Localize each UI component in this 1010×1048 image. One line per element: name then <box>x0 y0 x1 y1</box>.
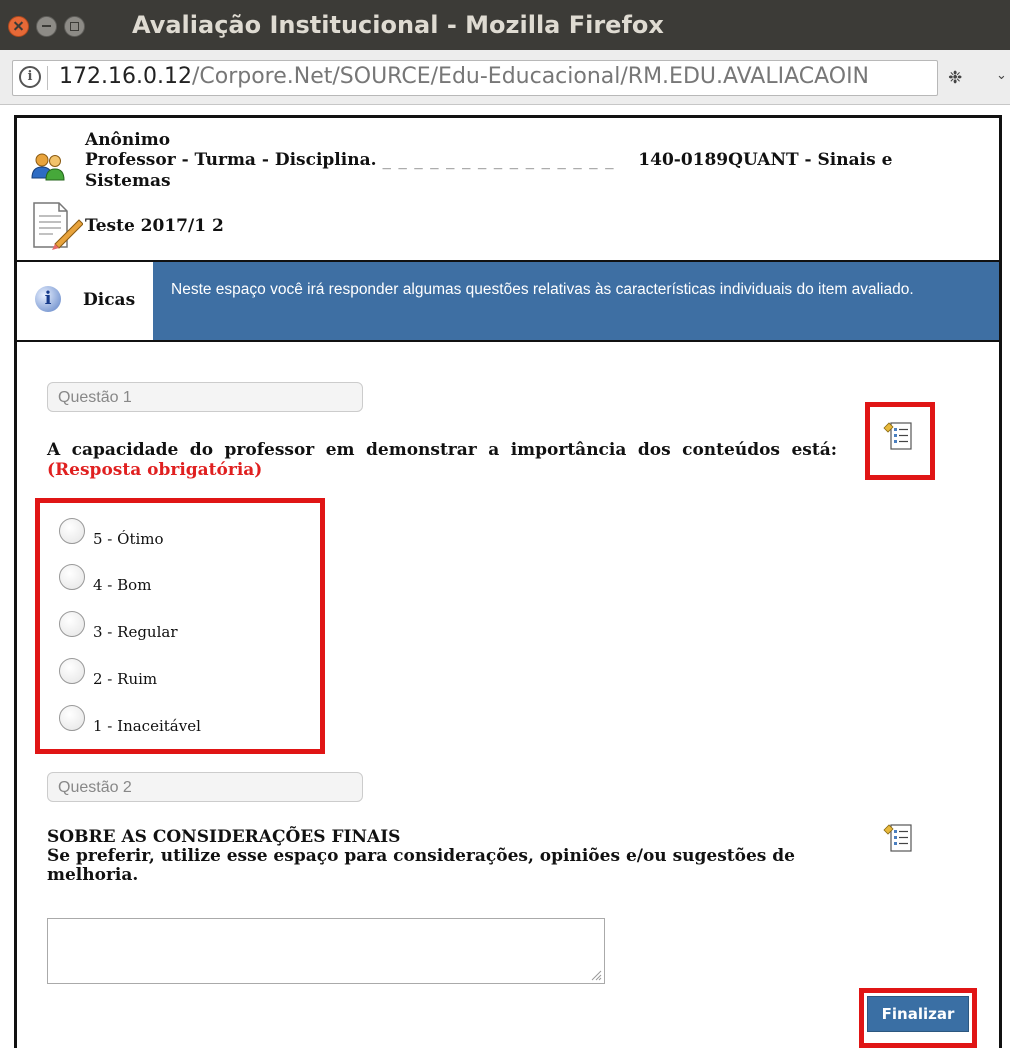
extension-icon[interactable]: ❉ <box>948 68 962 88</box>
option-4-label: 4 - Bom <box>93 576 152 594</box>
tips-text: Neste espaço você irá responder algumas … <box>153 262 999 340</box>
test-name: Teste 2017/1 2 <box>85 216 224 236</box>
notes-icon-2[interactable] <box>883 822 913 854</box>
question-2-title: SOBRE AS CONSIDERAÇÕES FINAIS <box>47 827 401 847</box>
navigation-bar: i 172.16.0.12/Corpore.Net/SOURCE/Edu-Edu… <box>0 50 1010 105</box>
question-2-label: Questão 2 <box>47 772 363 802</box>
finalize-button[interactable]: Finalizar <box>867 996 969 1032</box>
window-maximize-button[interactable] <box>64 16 85 37</box>
overflow-chevron-icon[interactable]: ⌄ <box>996 68 1007 83</box>
radio-option-2[interactable] <box>59 658 85 684</box>
question-1-text: A capacidade do professor em demonstrar … <box>47 440 837 480</box>
comments-textarea[interactable] <box>47 918 605 984</box>
tips-label: Dicas <box>83 290 136 310</box>
window-close-button[interactable] <box>8 16 29 37</box>
site-info-icon[interactable]: i <box>19 66 41 88</box>
subject-info: Professor - Turma - Disciplina. _ _ _ _ … <box>85 150 965 192</box>
radio-option-5[interactable] <box>59 518 85 544</box>
question-2-description: Se preferir, utilize esse espaço para co… <box>47 846 795 885</box>
users-icon <box>31 153 65 181</box>
window-title: Avaliação Institucional - Mozilla Firefo… <box>132 11 664 39</box>
url-path: /Corpore.Net/SOURCE/Edu-Educacional/RM.E… <box>191 64 870 89</box>
tips-panel: i Dicas Neste espaço você irá responder … <box>17 262 999 342</box>
notes-icon[interactable] <box>883 420 913 452</box>
resize-grip-icon[interactable] <box>590 969 602 981</box>
url-field[interactable]: i 172.16.0.12/Corpore.Net/SOURCE/Edu-Edu… <box>12 60 938 96</box>
subject-prefix: Professor - Turma - Disciplina. <box>85 150 377 170</box>
question-2-text: SOBRE AS CONSIDERAÇÕES FINAIS Se preferi… <box>47 828 847 885</box>
question-1-label: Questão 1 <box>47 382 363 412</box>
url-text[interactable]: 172.16.0.12/Corpore.Net/SOURCE/Edu-Educa… <box>59 64 869 89</box>
option-2-label: 2 - Ruim <box>93 670 158 688</box>
tips-label-cell: i Dicas <box>17 262 153 340</box>
option-1-label: 1 - Inaceitável <box>93 717 201 735</box>
question-1-statement: A capacidade do professor em demonstrar … <box>47 440 837 460</box>
window-minimize-button[interactable] <box>36 16 57 37</box>
info-icon: i <box>35 286 61 312</box>
window-titlebar: Avaliação Institucional - Mozilla Firefo… <box>0 0 1010 50</box>
option-5-label: 5 - Ótimo <box>93 530 164 548</box>
evaluation-form: Anônimo Professor - Turma - Disciplina. … <box>14 115 1002 1048</box>
redacted-text: _ _ _ _ _ _ _ _ _ _ _ _ _ _ _ <box>382 150 615 170</box>
required-indicator: (Resposta obrigatória) <box>47 460 263 480</box>
evaluation-header: Anônimo Professor - Turma - Disciplina. … <box>17 118 999 262</box>
radio-option-1[interactable] <box>59 705 85 731</box>
option-3-label: 3 - Regular <box>93 623 178 641</box>
respondent-name: Anônimo <box>85 130 171 150</box>
url-separator <box>47 66 48 90</box>
url-host: 172.16.0.12 <box>59 64 192 89</box>
radio-option-3[interactable] <box>59 611 85 637</box>
document-edit-icon <box>33 202 83 250</box>
radio-option-4[interactable] <box>59 564 85 590</box>
